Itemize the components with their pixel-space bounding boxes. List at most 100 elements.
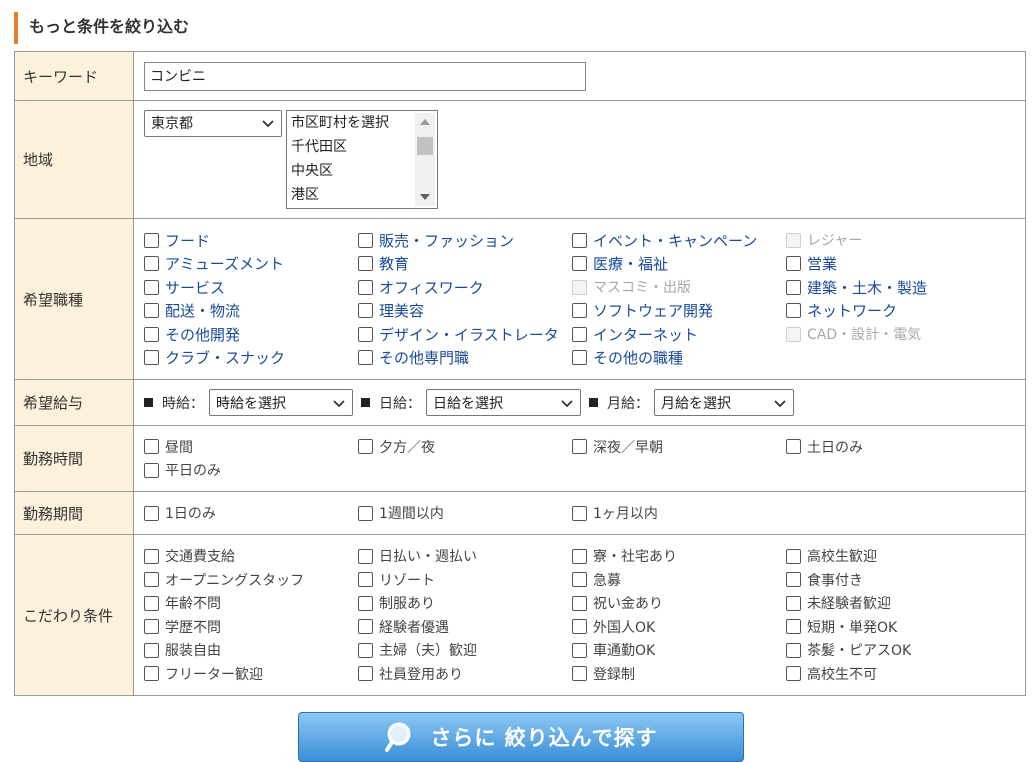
- city-option[interactable]: 市区町村を選択: [287, 111, 413, 135]
- extra-checkbox[interactable]: [572, 666, 587, 682]
- job-checkbox[interactable]: [144, 303, 159, 319]
- job-option[interactable]: 配送・物流: [144, 299, 358, 323]
- work-time-option[interactable]: 夕方／夜: [358, 435, 572, 459]
- city-listbox[interactable]: 市区町村を選択 千代田区 中央区 港区: [286, 109, 438, 209]
- extra-option[interactable]: 年齢不問: [144, 591, 358, 615]
- job-checkbox[interactable]: [786, 279, 801, 295]
- work-period-option[interactable]: 1週間以内: [358, 501, 572, 525]
- job-option[interactable]: 建築・土木・製造: [786, 275, 1000, 299]
- work-time-checkbox[interactable]: [144, 462, 159, 478]
- job-checkbox[interactable]: [572, 232, 587, 248]
- job-checkbox[interactable]: [144, 279, 159, 295]
- extra-option[interactable]: 主婦（夫）歓迎: [358, 639, 572, 663]
- extra-checkbox[interactable]: [144, 548, 159, 564]
- job-checkbox[interactable]: [358, 279, 373, 295]
- extra-option[interactable]: 登録制: [572, 662, 786, 686]
- extra-checkbox[interactable]: [358, 595, 373, 611]
- work-time-checkbox[interactable]: [144, 439, 159, 455]
- extra-checkbox[interactable]: [144, 595, 159, 611]
- extra-option[interactable]: フリーター歓迎: [144, 662, 358, 686]
- work-period-option[interactable]: 1日のみ: [144, 501, 358, 525]
- job-checkbox[interactable]: [572, 326, 587, 342]
- work-time-option[interactable]: 深夜／早朝: [572, 435, 786, 459]
- work-time-checkbox[interactable]: [572, 439, 587, 455]
- extra-option[interactable]: 茶髪・ピアスOK: [786, 639, 1000, 663]
- job-option[interactable]: イベント・キャンペーン: [572, 228, 786, 252]
- extra-checkbox[interactable]: [572, 548, 587, 564]
- extra-option[interactable]: 寮・社宅あり: [572, 544, 786, 568]
- extra-option[interactable]: 外国人OK: [572, 615, 786, 639]
- job-checkbox[interactable]: [786, 256, 801, 272]
- extra-checkbox[interactable]: [572, 619, 587, 635]
- job-checkbox[interactable]: [572, 256, 587, 272]
- extra-checkbox[interactable]: [144, 642, 159, 658]
- extra-option[interactable]: 服装自由: [144, 639, 358, 663]
- extra-option[interactable]: 未経験者歓迎: [786, 591, 1000, 615]
- city-option[interactable]: 千代田区: [287, 135, 413, 159]
- job-option[interactable]: 理美容: [358, 299, 572, 323]
- daily-select[interactable]: 日給を選択: [426, 389, 581, 416]
- extra-checkbox[interactable]: [572, 642, 587, 658]
- extra-option[interactable]: 車通勤OK: [572, 639, 786, 663]
- extra-option[interactable]: 学歴不問: [144, 615, 358, 639]
- city-option[interactable]: 港区: [287, 183, 413, 207]
- work-time-option[interactable]: 平日のみ: [144, 459, 358, 483]
- extra-checkbox[interactable]: [786, 595, 801, 611]
- job-checkbox[interactable]: [358, 350, 373, 366]
- job-checkbox[interactable]: [358, 232, 373, 248]
- keyword-input[interactable]: [144, 61, 586, 91]
- extra-option[interactable]: オープニングスタッフ: [144, 568, 358, 592]
- extra-checkbox[interactable]: [358, 666, 373, 682]
- job-checkbox[interactable]: [358, 256, 373, 272]
- extra-option[interactable]: 短期・単発OK: [786, 615, 1000, 639]
- job-option[interactable]: フード: [144, 228, 358, 252]
- work-time-option[interactable]: 土日のみ: [786, 435, 1000, 459]
- job-option[interactable]: 営業: [786, 252, 1000, 276]
- work-time-option[interactable]: 昼間: [144, 435, 358, 459]
- job-option[interactable]: アミューズメント: [144, 252, 358, 276]
- extra-checkbox[interactable]: [358, 642, 373, 658]
- work-time-checkbox[interactable]: [786, 439, 801, 455]
- scroll-down-arrow-icon[interactable]: [420, 193, 430, 200]
- hourly-select[interactable]: 時給を選択: [209, 389, 353, 416]
- extra-checkbox[interactable]: [358, 619, 373, 635]
- extra-checkbox[interactable]: [572, 572, 587, 588]
- job-option[interactable]: 販売・ファッション: [358, 228, 572, 252]
- job-option[interactable]: 教育: [358, 252, 572, 276]
- job-checkbox[interactable]: [572, 350, 587, 366]
- extra-checkbox[interactable]: [144, 666, 159, 682]
- extra-checkbox[interactable]: [358, 548, 373, 564]
- extra-checkbox[interactable]: [786, 572, 801, 588]
- extra-option[interactable]: 経験者優遇: [358, 615, 572, 639]
- work-time-checkbox[interactable]: [358, 439, 373, 455]
- job-option[interactable]: その他専門職: [358, 346, 572, 370]
- extra-option[interactable]: 制服あり: [358, 591, 572, 615]
- extra-checkbox[interactable]: [786, 642, 801, 658]
- job-option[interactable]: インターネット: [572, 323, 786, 347]
- job-option[interactable]: デザイン・イラストレータ: [358, 323, 572, 347]
- extra-option[interactable]: 高校生不可: [786, 662, 1000, 686]
- extra-option[interactable]: 高校生歓迎: [786, 544, 1000, 568]
- job-option[interactable]: クラブ・スナック: [144, 346, 358, 370]
- city-scrollbar[interactable]: [415, 112, 435, 206]
- job-checkbox[interactable]: [358, 326, 373, 342]
- job-checkbox[interactable]: [144, 326, 159, 342]
- scroll-up-arrow-icon[interactable]: [420, 118, 430, 125]
- scroll-thumb[interactable]: [417, 136, 433, 155]
- job-option[interactable]: ソフトウェア開発: [572, 299, 786, 323]
- extra-checkbox[interactable]: [144, 572, 159, 588]
- extra-option[interactable]: 急募: [572, 568, 786, 592]
- city-option[interactable]: 中央区: [287, 159, 413, 183]
- work-period-checkbox[interactable]: [358, 505, 373, 521]
- extra-checkbox[interactable]: [144, 619, 159, 635]
- extra-option[interactable]: 食事付き: [786, 568, 1000, 592]
- job-checkbox[interactable]: [144, 350, 159, 366]
- job-checkbox[interactable]: [786, 303, 801, 319]
- work-period-checkbox[interactable]: [144, 505, 159, 521]
- prefecture-select[interactable]: 東京都: [144, 109, 282, 137]
- extra-option[interactable]: リゾート: [358, 568, 572, 592]
- extra-checkbox[interactable]: [786, 666, 801, 682]
- job-checkbox[interactable]: [144, 256, 159, 272]
- job-option[interactable]: オフィスワーク: [358, 275, 572, 299]
- extra-option[interactable]: 日払い・週払い: [358, 544, 572, 568]
